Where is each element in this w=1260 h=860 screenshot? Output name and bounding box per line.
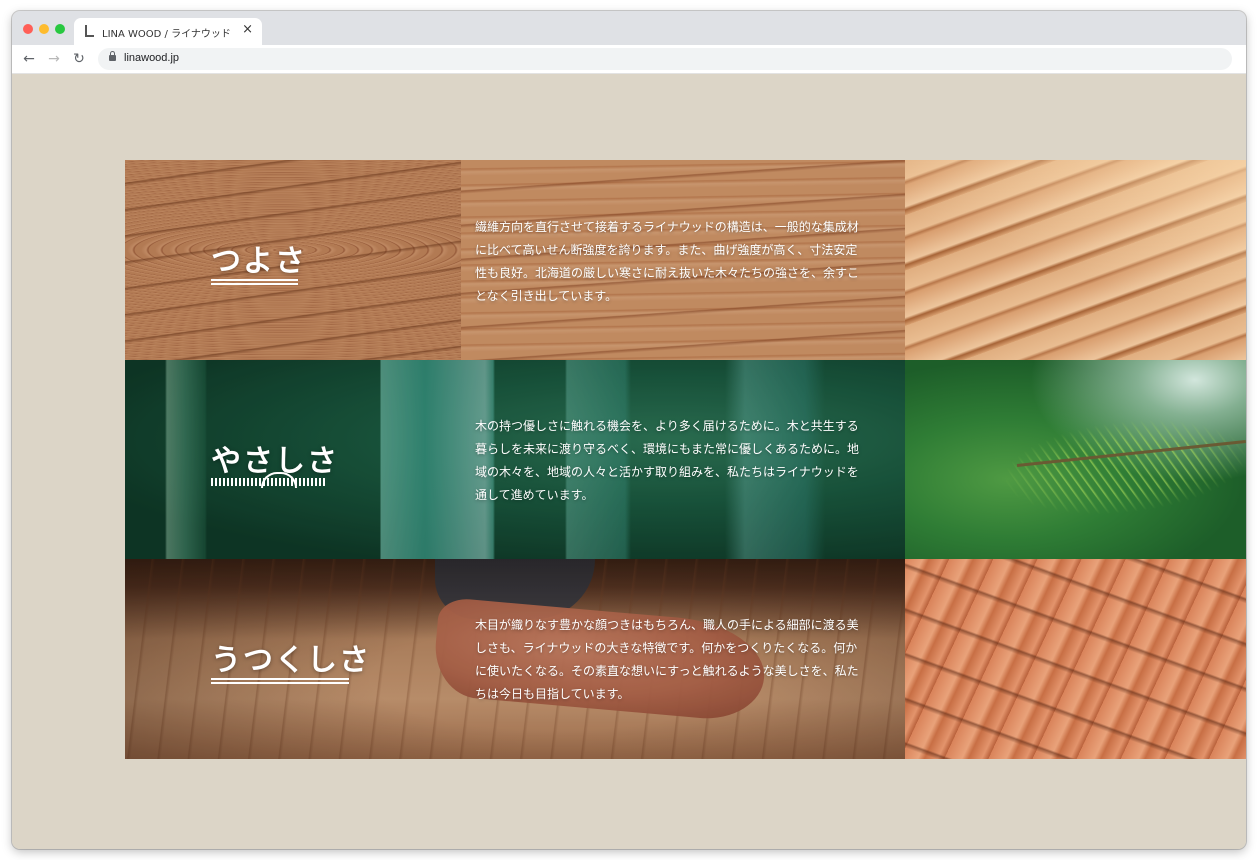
heading-underline (211, 472, 327, 488)
panel-strength: つよさ 繊維方向を直行させて接着するライナウッドの構造は、一般的な集成材に比べて… (125, 160, 1246, 360)
tab-title: LINA WOOD / ライナウッド (102, 29, 231, 40)
arrow-right-icon[interactable]: → (46, 51, 62, 67)
tab-bar: LINA WOOD / ライナウッド × (12, 11, 1246, 45)
panel-text: 木目が織りなす豊かな顔つきはもちろん、職人の手による細部に渡る美しさも、ライナウ… (475, 618, 859, 701)
lock-icon (109, 51, 116, 61)
panel-heading: つよさ (211, 244, 307, 279)
lumber-closeup-image (905, 160, 1246, 360)
url-text[interactable]: linawood.jp (124, 52, 179, 64)
reload-icon[interactable]: ↻ (71, 51, 87, 67)
browser-tab[interactable]: LINA WOOD / ライナウッド × (74, 18, 262, 45)
panel-text: 繊維方向を直行させて接着するライナウッドの構造は、一般的な集成材に比べて高いせん… (475, 220, 860, 303)
heading-underline (211, 279, 298, 285)
wood-grain-image: つよさ 繊維方向を直行させて接着するライナウッドの構造は、一般的な集成材に比べて… (125, 160, 905, 360)
heading-underline (211, 678, 349, 684)
minimize-window-button[interactable] (39, 24, 49, 34)
page-viewport: つよさ 繊維方向を直行させて接着するライナウッドの構造は、一般的な集成材に比べて… (12, 74, 1246, 849)
close-window-button[interactable] (23, 24, 33, 34)
maximize-window-button[interactable] (55, 24, 65, 34)
panel-text: 木の持つ優しさに触れる機会を、より多く届けるために。木と共生する暮らしを未来に渡… (475, 419, 860, 502)
feature-panels: つよさ 繊維方向を直行させて接着するライナウッドの構造は、一般的な集成材に比べて… (125, 160, 1246, 759)
arrow-left-icon[interactable]: ← (21, 51, 37, 67)
close-icon[interactable]: × (242, 23, 253, 36)
favicon-icon (85, 25, 94, 37)
browser-toolbar: ← → ↻ linawood.jp (12, 45, 1246, 74)
hand-on-wood-image: うつくしさ 木目が織りなす豊かな顔つきはもちろん、職人の手による細部に渡る美しさ… (125, 559, 905, 759)
fir-branch-image (905, 360, 1246, 559)
address-bar[interactable]: linawood.jp (98, 48, 1232, 70)
panel-beauty: うつくしさ 木目が織りなす豊かな顔つきはもちろん、職人の手による細部に渡る美しさ… (125, 559, 1246, 759)
panel-heading: うつくしさ (211, 643, 371, 678)
browser-window: LINA WOOD / ライナウッド × ← → ↻ linawood.jp つ… (12, 11, 1246, 849)
forest-image: やさしさ 木の持つ優しさに触れる機会を、より多く届けるために。木と共生する暮らし… (125, 360, 905, 559)
stacked-planks-image (905, 559, 1246, 759)
panel-gentleness: やさしさ 木の持つ優しさに触れる機会を、より多く届けるために。木と共生する暮らし… (125, 360, 1246, 559)
